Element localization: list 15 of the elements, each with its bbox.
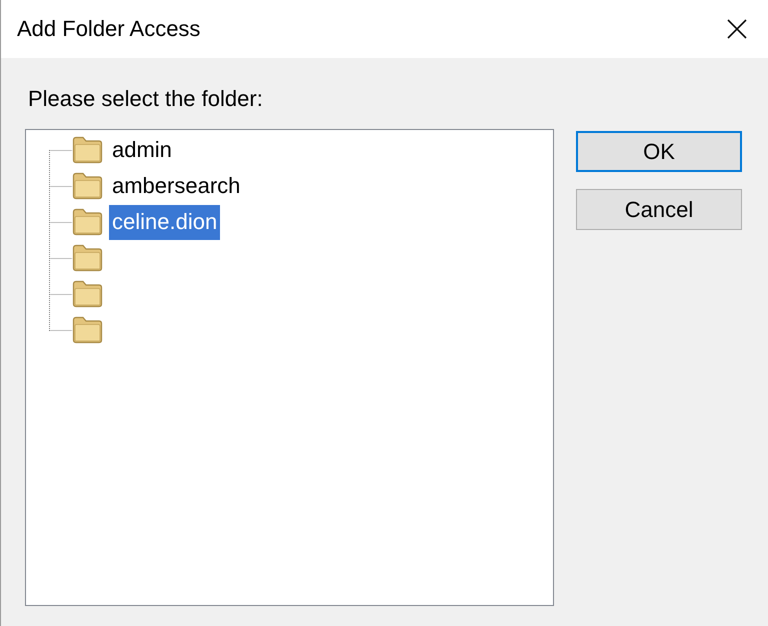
tree-connector	[48, 240, 72, 276]
folder-icon	[72, 136, 103, 164]
folder-icon	[72, 244, 103, 272]
window-title: Add Folder Access	[17, 18, 200, 40]
folder-icon	[72, 172, 103, 200]
folder-item[interactable]: celine.dion	[109, 204, 220, 240]
close-button[interactable]	[726, 18, 748, 40]
tree-connector	[48, 204, 72, 240]
prompt-label: Please select the folder:	[28, 88, 263, 110]
folder-icon	[72, 208, 103, 236]
folder-icon	[72, 280, 103, 308]
folder-icon	[72, 316, 103, 344]
dialog-button[interactable]: Cancel	[576, 189, 742, 230]
close-icon	[727, 19, 747, 39]
dialog-button[interactable]: OK	[576, 131, 742, 172]
